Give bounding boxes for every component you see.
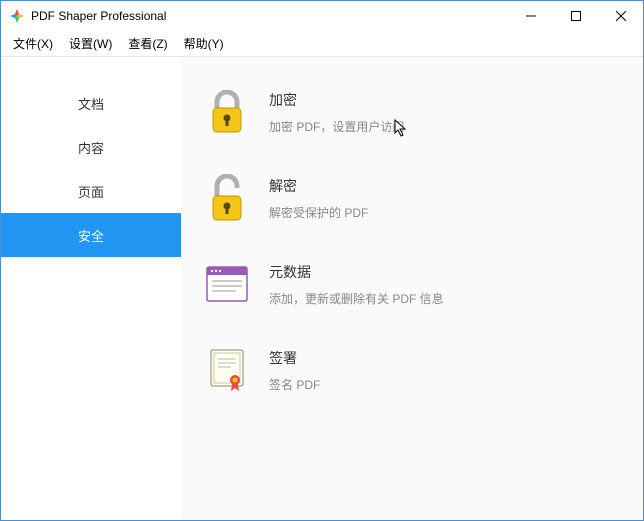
row-desc: 解密受保护的 PDF	[269, 204, 368, 221]
window-title: PDF Shaper Professional	[31, 9, 508, 23]
sidebar-item-document[interactable]: 文档	[1, 81, 181, 125]
row-title: 加密	[269, 90, 404, 110]
row-encrypt[interactable]: 加密 加密 PDF，设置用户访问	[181, 69, 643, 155]
minimize-button[interactable]	[508, 1, 553, 31]
row-title: 元数据	[269, 262, 444, 282]
sidebar-item-page[interactable]: 页面	[1, 169, 181, 213]
sidebar-item-content[interactable]: 内容	[1, 125, 181, 169]
close-icon	[616, 11, 626, 21]
menu-view[interactable]: 查看(Z)	[120, 31, 175, 56]
row-text: 解密 解密受保护的 PDF	[269, 176, 368, 221]
certificate-icon	[203, 346, 251, 394]
main-panel: 加密 加密 PDF，设置用户访问	[181, 57, 643, 520]
sidebar-item-security[interactable]: 安全	[1, 213, 181, 257]
menu-settings[interactable]: 设置(W)	[61, 31, 120, 56]
cursor-icon	[394, 119, 410, 139]
row-text: 签署 签名 PDF	[269, 348, 320, 393]
content-area: 文档 内容 页面 安全 加密 加密 PDF，设置用户访问	[1, 57, 643, 520]
menu-help[interactable]: 帮助(Y)	[176, 31, 232, 56]
sidebar-item-label: 页面	[78, 182, 104, 201]
sidebar: 文档 内容 页面 安全	[1, 57, 181, 520]
row-sign[interactable]: 签署 签名 PDF	[181, 327, 643, 413]
app-window: PDF Shaper Professional 文件(X) 设置(W) 查看(Z…	[0, 0, 644, 521]
row-desc: 添加，更新或删除有关 PDF 信息	[269, 290, 444, 307]
row-title: 签署	[269, 348, 320, 368]
maximize-icon	[571, 11, 581, 21]
row-title: 解密	[269, 176, 368, 196]
minimize-icon	[526, 11, 536, 21]
row-decrypt[interactable]: 解密 解密受保护的 PDF	[181, 155, 643, 241]
lock-closed-icon	[203, 88, 251, 136]
window-controls	[508, 1, 643, 31]
row-metadata[interactable]: 元数据 添加，更新或删除有关 PDF 信息	[181, 241, 643, 327]
maximize-button[interactable]	[553, 1, 598, 31]
row-text: 加密 加密 PDF，设置用户访问	[269, 90, 404, 135]
menu-file[interactable]: 文件(X)	[5, 31, 61, 56]
close-button[interactable]	[598, 1, 643, 31]
sidebar-item-label: 内容	[78, 138, 104, 157]
sidebar-item-label: 文档	[78, 94, 104, 113]
sidebar-item-label: 安全	[78, 226, 104, 245]
menubar: 文件(X) 设置(W) 查看(Z) 帮助(Y)	[1, 31, 643, 57]
app-icon	[9, 8, 25, 24]
metadata-icon	[203, 260, 251, 308]
titlebar: PDF Shaper Professional	[1, 1, 643, 31]
row-text: 元数据 添加，更新或删除有关 PDF 信息	[269, 262, 444, 307]
row-desc: 签名 PDF	[269, 376, 320, 393]
lock-open-icon	[203, 174, 251, 222]
row-desc: 加密 PDF，设置用户访问	[269, 118, 404, 135]
